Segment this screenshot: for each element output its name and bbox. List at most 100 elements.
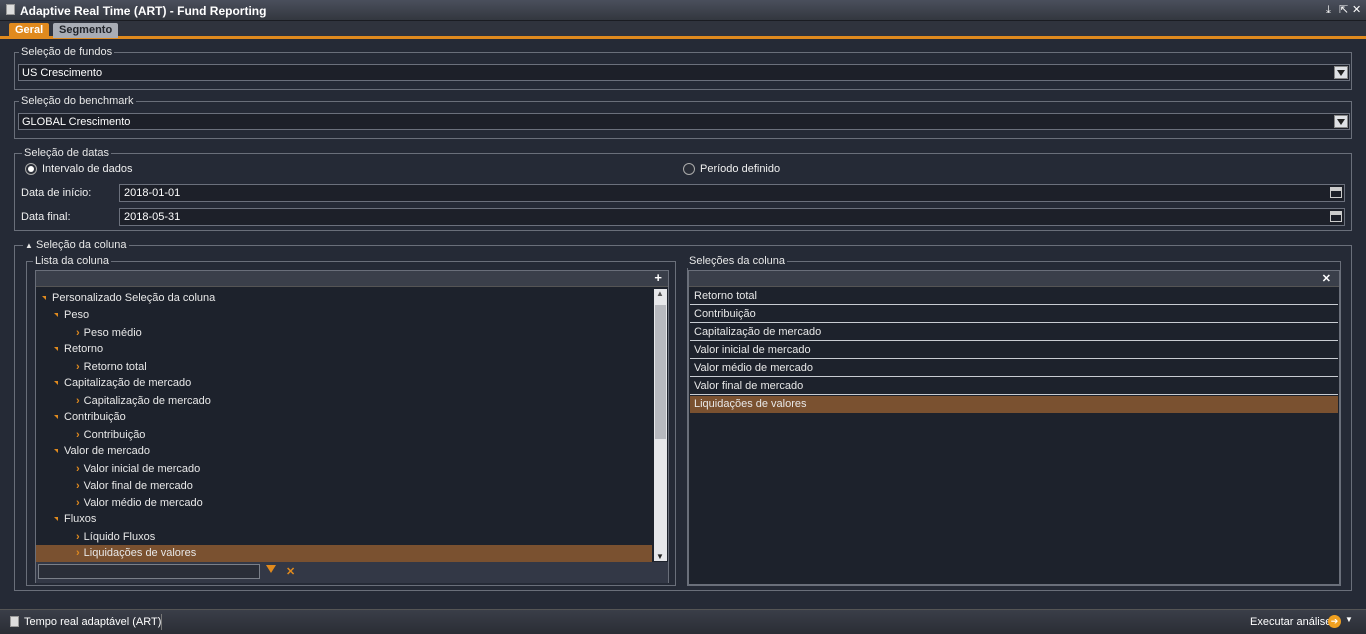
- fund-selection-legend: Seleção de fundos: [19, 45, 115, 59]
- fund-select[interactable]: US Crescimento: [18, 64, 1350, 81]
- start-date-input[interactable]: 2018-01-01: [119, 184, 1345, 202]
- tree-node-label: Valor de mercado: [64, 445, 151, 457]
- tab-segmento[interactable]: Segmento: [53, 23, 119, 38]
- selected-column-item[interactable]: Valor médio de mercado: [690, 360, 1338, 377]
- radio-date-range[interactable]: [25, 163, 37, 175]
- document-icon: [6, 4, 15, 15]
- selected-column-item[interactable]: Valor final de mercado: [690, 378, 1338, 395]
- tree-group-node[interactable]: Contribuição: [36, 409, 652, 426]
- tree-leaf-node[interactable]: › Liquidações de valores: [36, 545, 652, 562]
- title-bar: Adaptive Real Time (ART) - Fund Reportin…: [0, 0, 1366, 21]
- document-icon: [10, 616, 19, 627]
- fund-selection-group: Seleção de fundos US Crescimento: [14, 45, 1352, 90]
- defined-period-label: Período definido: [700, 163, 781, 175]
- expand-triangle-icon[interactable]: [54, 347, 58, 352]
- status-bar: Tempo real adaptável (ART) Executar anál…: [0, 609, 1366, 634]
- expand-triangle-icon[interactable]: [54, 449, 58, 454]
- scroll-down-icon[interactable]: ▼: [656, 552, 664, 561]
- chevron-right-icon[interactable]: ›: [76, 529, 80, 546]
- selected-column-item[interactable]: Contribuição: [690, 306, 1338, 323]
- column-selection-group: ▲ Seleção da coluna Lista da coluna + Pe…: [14, 238, 1352, 591]
- end-date-input[interactable]: 2018-05-31: [119, 208, 1345, 226]
- popout-icon[interactable]: ⇱: [1339, 3, 1348, 17]
- benchmark-selection-legend: Seleção do benchmark: [19, 94, 136, 108]
- tree-group-node[interactable]: Capitalização de mercado: [36, 375, 652, 392]
- selected-column-item[interactable]: Valor inicial de mercado: [690, 342, 1338, 359]
- tree-node-label: Contribuição: [64, 411, 126, 423]
- filter-input[interactable]: [38, 564, 260, 579]
- arrow-right-circle-icon[interactable]: ➔: [1328, 615, 1341, 628]
- tree-node-label: Valor final de mercado: [83, 480, 193, 492]
- tree-node-label: Capitalização de mercado: [83, 395, 211, 407]
- app-name-label: Tempo real adaptável (ART): [24, 616, 162, 628]
- chevron-down-icon[interactable]: [1334, 66, 1348, 79]
- column-selections-list: Retorno total Contribuição Capitalização d…: [689, 288, 1339, 588]
- tree-node-label: Peso médio: [83, 327, 142, 339]
- tab-geral[interactable]: Geral: [9, 23, 50, 38]
- tree-group-node[interactable]: Peso: [36, 307, 652, 324]
- expand-triangle-icon[interactable]: [54, 313, 58, 318]
- column-selections-header: ✕: [689, 271, 1339, 287]
- tree-leaf-node[interactable]: › Peso médio: [36, 325, 652, 342]
- expand-triangle-icon[interactable]: [54, 381, 58, 386]
- tree-node-label: Valor médio de mercado: [83, 497, 203, 509]
- chevron-down-icon[interactable]: ▼: [1345, 615, 1353, 624]
- selected-column-item[interactable]: Liquidações de valores: [690, 396, 1338, 413]
- close-icon[interactable]: ✕: [1352, 3, 1361, 17]
- expand-triangle-icon[interactable]: [42, 296, 46, 301]
- chevron-right-icon[interactable]: ›: [76, 359, 80, 376]
- expand-triangle-icon[interactable]: [54, 517, 58, 522]
- tree-leaf-node[interactable]: › Valor médio de mercado: [36, 495, 652, 512]
- column-selections-legend: Seleções da coluna: [687, 254, 788, 268]
- run-analysis-button[interactable]: Executar análise: [1250, 616, 1331, 628]
- column-list-group: Lista da coluna + Personalizado Seleção …: [26, 254, 676, 586]
- remove-icon[interactable]: ✕: [1322, 272, 1331, 285]
- scroll-up-icon[interactable]: ▲: [656, 289, 664, 298]
- fund-select-value: US Crescimento: [22, 67, 103, 79]
- download-icon[interactable]: ⤓: [1326, 3, 1331, 17]
- tree-leaf-node[interactable]: › Valor final de mercado: [36, 478, 652, 495]
- filter-icon[interactable]: [266, 565, 276, 573]
- tree-node-label: Fluxos: [64, 513, 97, 525]
- filter-bar: ✕: [36, 562, 668, 583]
- chevron-right-icon[interactable]: ›: [76, 393, 80, 410]
- collapse-arrow-icon[interactable]: ▲: [25, 241, 33, 250]
- tree-leaf-node[interactable]: › Valor inicial de mercado: [36, 461, 652, 478]
- tree-leaf-node[interactable]: › Contribuição: [36, 427, 652, 444]
- chevron-down-icon[interactable]: [1334, 115, 1348, 128]
- end-date-value: 2018-05-31: [124, 211, 181, 223]
- calendar-icon[interactable]: [1330, 187, 1342, 198]
- tree-node-label: Valor inicial de mercado: [83, 463, 201, 475]
- column-list-panel: + Personalizado Seleção da coluna Peso › Pe…: [35, 270, 669, 583]
- tree-node-label: Retorno total: [83, 361, 147, 373]
- tree-node-label: Peso: [64, 309, 90, 321]
- chevron-right-icon[interactable]: ›: [76, 461, 80, 478]
- tree-leaf-node[interactable]: › Capitalização de mercado: [36, 393, 652, 410]
- chevron-right-icon[interactable]: ›: [76, 478, 80, 495]
- selected-column-item[interactable]: Capitalização de mercado: [690, 324, 1338, 341]
- clear-filter-icon[interactable]: ✕: [286, 565, 295, 578]
- calendar-icon[interactable]: [1330, 211, 1342, 222]
- tree-leaf-node[interactable]: › Líquido Fluxos: [36, 529, 652, 546]
- chevron-right-icon[interactable]: ›: [76, 325, 80, 342]
- tree-node-label: Liquidações de valores: [83, 547, 197, 559]
- date-selection-group: Seleção de datas Intervalo de dados Perí…: [14, 146, 1352, 231]
- expand-triangle-icon[interactable]: [54, 415, 58, 420]
- tree-group-node[interactable]: Retorno: [36, 341, 652, 358]
- scroll-thumb[interactable]: [655, 305, 666, 439]
- tree-group-node[interactable]: Fluxos: [36, 511, 652, 528]
- tree-group-node[interactable]: Valor de mercado: [36, 443, 652, 460]
- selected-column-item[interactable]: Retorno total: [690, 288, 1338, 305]
- end-date-label: Data final:: [21, 211, 71, 223]
- column-selection-legend[interactable]: ▲ Seleção da coluna: [23, 238, 129, 253]
- vertical-scrollbar[interactable]: ▲ ▼: [654, 289, 667, 561]
- tree-group-node[interactable]: Personalizado Seleção da coluna: [36, 290, 652, 307]
- chevron-right-icon[interactable]: ›: [76, 495, 80, 512]
- radio-defined-period[interactable]: [683, 163, 695, 175]
- add-icon[interactable]: +: [654, 270, 662, 285]
- column-selections-group: Seleções da coluna ✕ Retorno total Contri…: [687, 254, 1341, 588]
- benchmark-select[interactable]: GLOBAL Crescimento: [18, 113, 1350, 130]
- chevron-right-icon[interactable]: ›: [76, 545, 80, 562]
- chevron-right-icon[interactable]: ›: [76, 427, 80, 444]
- tree-leaf-node[interactable]: › Retorno total: [36, 359, 652, 376]
